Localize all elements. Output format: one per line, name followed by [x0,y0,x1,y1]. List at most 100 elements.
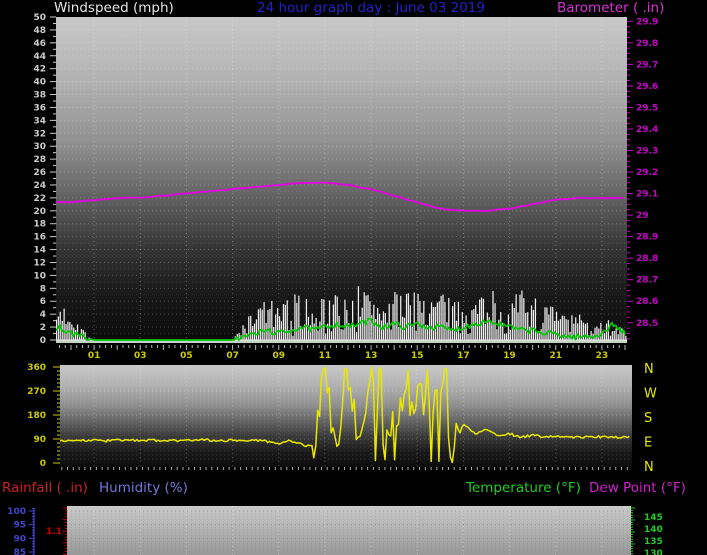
windspeed-tick-label: 26 [33,168,46,178]
windspeed-tick-label: 24 [33,181,46,191]
humidity-title: Humidity (%) [99,480,188,496]
gust-bar [446,322,448,340]
direction-tick-label: 180 [27,411,46,421]
compass-label: N [644,363,654,377]
gust-bar [504,333,506,340]
barometer-tick-label: 28.6 [636,297,658,307]
gust-bar [305,298,308,340]
hour-label: 13 [365,351,378,361]
hour-label: 03 [134,351,147,361]
gust-bar [54,318,55,340]
rain-tick-label: 1.1 [46,527,62,537]
gust-bar [555,311,558,340]
windspeed-tick-label: 46 [33,39,46,49]
gust-bar [298,295,300,340]
gust-bar [334,295,336,340]
hour-label: 21 [549,351,562,361]
gust-bar [507,314,510,340]
windspeed-tick-label: 12 [33,258,46,268]
temperature-tick-label: 145 [644,513,663,523]
hour-label: 19 [503,351,516,361]
gust-bar [332,304,335,340]
temperature-tick-label: 135 [644,537,663,547]
gust-bar [323,299,325,340]
gust-bar [467,334,469,340]
gust-bar [540,329,542,340]
gust-bar [338,316,340,340]
rainfall-title: Rainfall ( .in) [2,480,88,496]
gust-bar [494,303,496,340]
gust-bar [609,335,612,340]
gust-bar [515,294,517,340]
gust-bar [255,319,258,340]
compass-label: S [644,411,652,426]
gust-bar [440,295,442,340]
gust-bar [263,302,265,340]
gust-bar [452,306,454,340]
gust-bar [490,322,492,340]
gust-bar [517,312,519,340]
gust-bar [386,322,388,340]
gust-bar [325,333,327,340]
windspeed-tick-label: 18 [33,220,46,230]
windspeed-tick-label: 40 [33,78,46,88]
gust-bar [365,295,367,340]
windspeed-tick-label: 22 [33,194,46,204]
direction-tick-label: 360 [27,363,46,373]
gust-bar [525,313,527,340]
gust-bar [496,329,498,340]
gust-bar [423,301,425,340]
gust-bar [486,312,488,340]
windspeed-tick-label: 8 [40,284,46,294]
direction-tick-label: 90 [33,435,46,445]
hour-label: 05 [180,351,193,361]
temperature-tick-label: 130 [644,549,663,555]
gust-bar [350,326,352,340]
gust-bar [450,330,452,340]
gust-bar [328,300,331,340]
humidity-tick-label: 90 [13,534,26,544]
gust-bar [438,301,440,340]
gust-bar [463,323,465,340]
gust-bar [511,303,513,340]
hour-label: 23 [596,351,609,361]
gust-bar [577,323,579,340]
gust-bar [480,297,483,340]
hour-label: 17 [457,351,470,361]
gust-bar [542,322,544,340]
gust-bar [411,326,413,340]
windspeed-tick-label: 28 [33,155,46,165]
windspeed-tick-label: 32 [33,129,46,139]
gust-bar [492,291,494,340]
gust-bar [284,304,286,340]
direction-tick-label: 270 [27,387,46,397]
gust-bar [296,302,298,340]
barometer-tick-label: 29.7 [636,60,658,70]
gust-bar [313,323,315,340]
windspeed-tick-label: 44 [33,52,46,62]
gust-bar [548,314,550,340]
gust-bar [317,330,319,340]
gust-bar [596,326,598,340]
gust-bar [409,305,411,340]
gust-bar [244,328,246,340]
gust-bar [509,330,511,340]
gust-bar [400,295,402,340]
gust-bar [294,294,296,340]
gust-bar [611,331,613,340]
gust-bar [505,333,508,340]
gust-bar [484,323,486,340]
gust-bar [479,299,481,340]
gust-bar [321,299,323,340]
gust-bar [292,335,294,340]
gust-bar [617,334,619,340]
temperature-title: Temperature (°F) [466,480,581,496]
gust-bar [598,328,600,340]
gust-bar [375,318,377,340]
gust-bar [621,328,623,340]
windspeed-tick-label: 38 [33,91,46,101]
compass-label: W [644,387,657,402]
gust-bar [527,312,529,340]
gust-bar [434,306,436,340]
gust-bar [419,301,421,340]
